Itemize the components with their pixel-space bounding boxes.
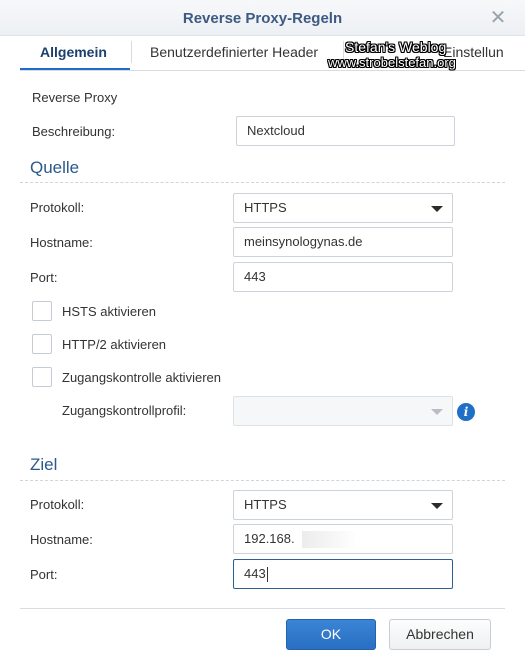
source-port-label: Port: [30, 270, 58, 285]
section-divider [20, 182, 505, 183]
chevron-down-icon [431, 503, 443, 509]
text-caret [266, 567, 268, 583]
description-input[interactable]: Nextcloud [236, 116, 455, 146]
http2-label: HTTP/2 aktivieren [62, 337, 167, 352]
chevron-down-icon [431, 409, 443, 415]
tab-custom-header[interactable]: Benutzerdefinierter Header [150, 44, 318, 60]
section-divider [20, 480, 505, 481]
active-tab-indicator [20, 68, 130, 70]
source-protocol-value: HTTPS [244, 200, 287, 215]
tab-allgemein[interactable]: Allgemein [40, 44, 107, 60]
target-protocol-label: Protokoll: [30, 497, 85, 512]
source-protocol-select[interactable]: HTTPS [233, 193, 453, 223]
access-control-checkbox[interactable] [32, 367, 52, 387]
access-control-label: Zugangskontrolle aktivieren [62, 370, 221, 385]
watermark-line2: www.strobelstefan.org [328, 55, 456, 70]
section-target-heading: Ziel [30, 455, 58, 474]
cancel-button[interactable]: Abbrechen [389, 619, 491, 650]
dialog-titlebar: Reverse Proxy-Regeln ✕ [0, 0, 525, 36]
section-source-heading: Quelle [30, 158, 80, 177]
target-protocol-select[interactable]: HTTPS [233, 490, 453, 520]
source-hostname-input[interactable]: meinsynologynas.de [233, 227, 453, 257]
watermark-line1: Stefan's Weblog [345, 39, 447, 55]
target-hostname-value: 192.168. [244, 531, 295, 546]
source-hostname-label: Hostname: [30, 235, 93, 250]
hsts-label: HSTS aktivieren [62, 304, 156, 319]
target-port-value: 443 [244, 566, 266, 581]
tab-divider [131, 41, 132, 63]
source-protocol-label: Protokoll: [30, 200, 85, 215]
target-protocol-value: HTTPS [244, 497, 287, 512]
source-port-input[interactable]: 443 [233, 262, 453, 292]
description-label: Beschreibung: [32, 124, 116, 139]
access-profile-label: Zugangskontrollprofil: [62, 403, 187, 418]
dialog-title: Reverse Proxy-Regeln [182, 10, 343, 27]
reverse-proxy-heading: Reverse Proxy [32, 90, 118, 105]
target-hostname-label: Hostname: [30, 532, 93, 547]
close-icon[interactable]: ✕ [488, 8, 508, 28]
footer-divider [20, 608, 505, 609]
access-profile-select[interactable] [233, 396, 453, 426]
chevron-down-icon [431, 206, 443, 212]
redacted-ip-segment [302, 531, 357, 548]
ok-button[interactable]: OK [286, 619, 376, 650]
info-icon[interactable]: i [457, 403, 475, 421]
http2-checkbox[interactable] [32, 334, 52, 354]
target-port-input[interactable]: 443 [233, 559, 453, 589]
hsts-checkbox[interactable] [32, 301, 52, 321]
target-port-label: Port: [30, 567, 58, 582]
